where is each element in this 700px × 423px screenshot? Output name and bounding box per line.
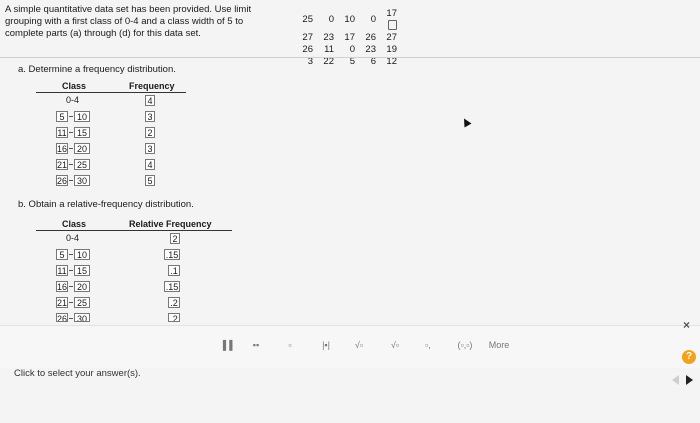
class-lower-input[interactable]: 5 bbox=[56, 249, 68, 260]
relative-frequency-cell: 2 bbox=[170, 233, 180, 244]
class-upper-input[interactable]: 20 bbox=[74, 281, 90, 292]
header-rule bbox=[36, 230, 232, 231]
relative-frequency-input[interactable]: .2 bbox=[168, 313, 180, 322]
math-toolbar: × ▐▐ ▪▪ ▫ |▪| √▫ √▫ ▫, (▫,▫) More bbox=[0, 318, 700, 368]
class-cell: 0-4 bbox=[66, 233, 80, 243]
class-upper-input[interactable]: 15 bbox=[74, 265, 90, 276]
mixed-number-icon[interactable]: ▪▪ bbox=[248, 336, 264, 354]
range-dash bbox=[69, 254, 73, 255]
square-root-icon[interactable]: √▫ bbox=[350, 336, 368, 354]
class-upper-input[interactable]: 30 bbox=[74, 313, 90, 322]
class-lower-input[interactable]: 16 bbox=[56, 281, 68, 292]
class-header: Class bbox=[62, 219, 87, 229]
close-icon[interactable]: × bbox=[683, 318, 690, 332]
previous-arrow-icon[interactable] bbox=[672, 375, 679, 385]
range-dash bbox=[69, 302, 73, 303]
absolute-value-icon[interactable]: |▪| bbox=[316, 336, 336, 354]
relative-frequency-input[interactable]: .15 bbox=[164, 281, 180, 292]
nth-root-icon[interactable]: √▫ bbox=[386, 336, 404, 354]
range-dash bbox=[69, 270, 73, 271]
class-lower-input[interactable]: 26 bbox=[56, 313, 68, 322]
more-button[interactable]: More bbox=[484, 336, 514, 354]
class-upper-input[interactable]: 10 bbox=[74, 249, 90, 260]
range-dash bbox=[69, 286, 73, 287]
relative-frequency-header: Relative Frequency bbox=[129, 219, 212, 229]
relative-frequency-input[interactable]: .2 bbox=[168, 297, 180, 308]
fraction-icon[interactable]: ▐▐ bbox=[218, 336, 234, 354]
next-arrow-icon[interactable] bbox=[686, 375, 693, 385]
answer-instruction: Click to select your answer(s). bbox=[14, 368, 141, 379]
class-upper-input[interactable]: 25 bbox=[74, 297, 90, 308]
ordered-pair-icon[interactable]: (▫,▫) bbox=[450, 336, 480, 354]
class-lower-input[interactable]: 21 bbox=[56, 297, 68, 308]
decimal-icon[interactable]: ▫, bbox=[420, 336, 436, 354]
relative-frequency-table: Class Relative Frequency 0-4 2 5 10 .15 … bbox=[0, 0, 700, 330]
help-button[interactable]: ? bbox=[682, 350, 696, 364]
relative-frequency-input[interactable]: .15 bbox=[164, 249, 180, 260]
class-lower-input[interactable]: 11 bbox=[56, 265, 68, 276]
relative-frequency-input[interactable]: .1 bbox=[168, 265, 180, 276]
range-dash bbox=[69, 318, 73, 319]
exponent-icon[interactable]: ▫ bbox=[284, 336, 296, 354]
